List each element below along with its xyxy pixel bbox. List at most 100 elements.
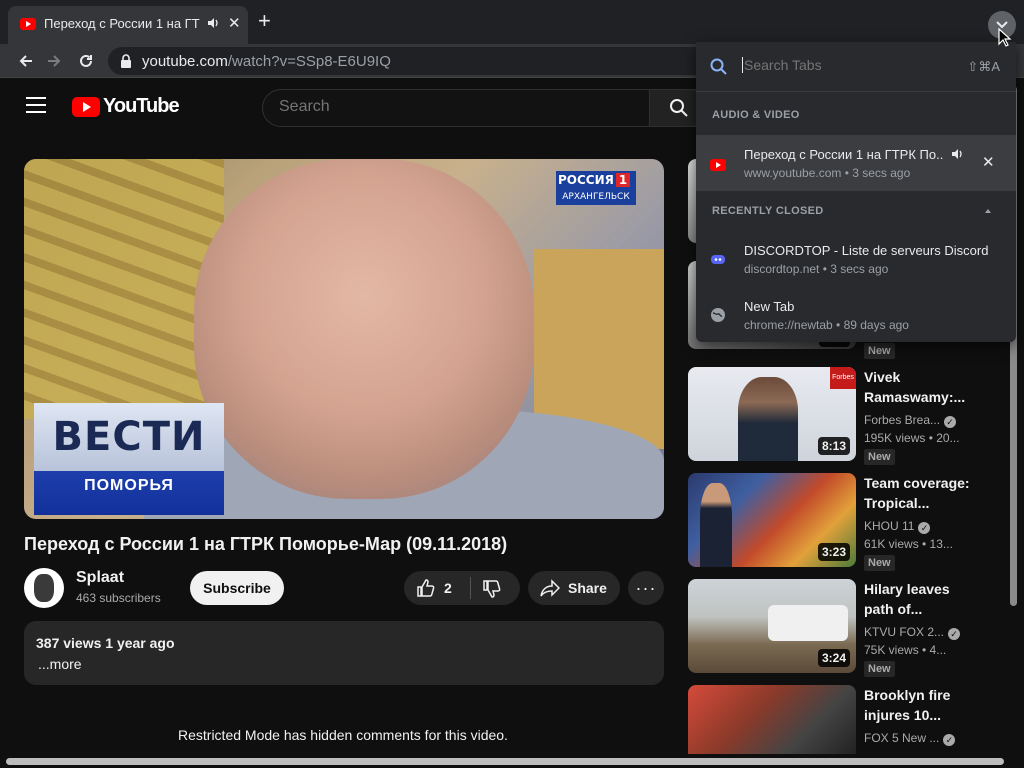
like-divider <box>470 577 471 599</box>
reload-icon <box>80 54 92 67</box>
recommendation-title[interactable]: Vivek Ramaswamy:... <box>864 367 974 407</box>
recommendation-channel: KTVU FOX 2... ✓ <box>864 625 961 640</box>
subscriber-count: 463 subscribers <box>76 591 161 605</box>
youtube-favicon-icon <box>20 18 36 30</box>
tab-search-item-discordtop[interactable]: DISCORDTOP - Liste de serveurs Discord d… <box>696 231 1016 287</box>
youtube-logo[interactable]: YouTube <box>72 95 180 118</box>
thumbnail-subject <box>738 377 798 461</box>
mouse-cursor-icon <box>998 28 1012 47</box>
globe-icon <box>711 308 725 322</box>
video-frame-subject-face <box>194 159 534 499</box>
share-button[interactable]: Share <box>528 571 620 605</box>
channel-avatar[interactable] <box>24 568 64 608</box>
thumbs-up-icon[interactable] <box>416 578 436 598</box>
discord-favicon-icon <box>711 255 725 264</box>
description-box[interactable]: 387 views 1 year ago ...more <box>24 621 664 685</box>
speaker-icon <box>952 149 962 159</box>
channel-name[interactable]: Splaat <box>76 569 124 587</box>
comments-restricted-notice: Restricted Mode has hidden comments for … <box>178 727 508 743</box>
recommendation-thumbnail[interactable] <box>688 685 856 754</box>
thumbs-down-icon[interactable] <box>482 579 502 599</box>
verified-icon: ✓ <box>944 416 957 428</box>
verified-icon: ✓ <box>943 734 956 746</box>
tab-item-subtitle: discordtop.net • 3 secs ago <box>744 262 889 276</box>
new-tab-button[interactable]: + <box>258 10 271 32</box>
video-title: Переход с России 1 на ГТРК Поморье-Мар (… <box>24 534 508 554</box>
video-player[interactable]: ВЕСТИ ПОМОРЬЯ РОССИЯ 1 АРХАНГЕЛЬСК <box>24 159 664 519</box>
tab-item-subtitle: chrome://newtab • 89 days ago <box>744 318 909 332</box>
youtube-play-icon <box>72 96 100 117</box>
back-button[interactable] <box>14 50 38 72</box>
tab-item-title: Переход с России 1 на ГТРК По... <box>744 147 944 162</box>
share-icon <box>540 579 560 597</box>
tab-item-title: DISCORDTOP - Liste de serveurs Discord <box>744 243 989 258</box>
recommendation-title[interactable]: Brooklyn fire injures 10... <box>864 685 974 725</box>
arrow-left-icon <box>19 55 32 67</box>
collapse-chevron-icon[interactable] <box>984 208 992 214</box>
new-badge: New <box>864 661 895 677</box>
new-badge: New <box>864 343 895 359</box>
verified-icon: ✓ <box>918 522 931 534</box>
view-date-meta: 387 views 1 year ago <box>36 635 175 651</box>
address-bar[interactable]: youtube.com/watch?v=SSp8-E6U9IQ <box>108 47 748 75</box>
close-tab-icon[interactable]: ✕ <box>982 153 995 171</box>
duration-label: 3:24 <box>817 649 850 667</box>
new-badge: New <box>864 449 895 465</box>
duration-label: 3:23 <box>817 543 850 561</box>
rossia-logo-top: РОССИЯ 1 <box>558 173 634 191</box>
logo-text: YouTube <box>103 95 180 117</box>
arrow-right-icon <box>48 55 61 67</box>
lock-icon[interactable] <box>120 54 132 68</box>
keyboard-shortcut: ⇧⌘A <box>967 59 1000 74</box>
speaker-icon[interactable] <box>206 16 220 30</box>
horizontal-scrollbar[interactable] <box>0 754 1024 768</box>
share-label: Share <box>568 580 607 596</box>
thumbnail-truck <box>768 605 848 641</box>
url-text: youtube.com/watch?v=SSp8-E6U9IQ <box>142 53 391 70</box>
recommendation-title[interactable]: Hilary leaves path of... <box>864 579 974 619</box>
video-frame-background <box>24 159 224 419</box>
menu-icon[interactable] <box>26 97 46 113</box>
reload-button[interactable] <box>74 50 98 72</box>
youtube-favicon-icon <box>710 159 726 171</box>
new-badge: New <box>864 555 895 571</box>
section-header-recently-closed: RECENTLY CLOSED <box>712 205 824 217</box>
scrollbar-thumb[interactable] <box>6 758 1004 765</box>
tab-search-input[interactable] <box>742 57 942 73</box>
tab-title: Переход с России 1 на ГТРК Поморье-Мар (… <box>44 16 200 31</box>
recommendation-channel: KHOU 11 ✓ <box>864 519 931 534</box>
rossia-1-logo: РОССИЯ 1 АРХАНГЕЛЬСК <box>556 171 636 205</box>
tab-search-row: ⇧⌘A <box>696 42 1016 92</box>
tab-close-icon[interactable]: ✕ <box>228 14 241 32</box>
browser-tab[interactable]: Переход с России 1 на ГТРК Поморье-Мар (… <box>8 6 248 44</box>
youtube-search-box <box>262 89 709 127</box>
more-actions-button[interactable]: ··· <box>628 571 664 605</box>
vesti-pomorya-logo: ВЕСТИ ПОМОРЬЯ <box>34 403 224 515</box>
recommendation-views: 75K views • 4... <box>864 643 947 657</box>
forward-button[interactable] <box>42 50 66 72</box>
tab-search-popup: ⇧⌘A AUDIO & VIDEO Переход с России 1 на … <box>696 42 1016 342</box>
recommendation-channel: Forbes Brea... ✓ <box>864 413 957 428</box>
section-header-audio-video: AUDIO & VIDEO <box>712 109 800 121</box>
tab-item-title: New Tab <box>744 299 795 314</box>
search-input[interactable] <box>279 98 639 116</box>
duration-label: 8:13 <box>817 437 850 455</box>
search-icon <box>710 58 727 75</box>
search-icon <box>670 99 688 117</box>
rossia-logo-region: АРХАНГЕЛЬСК <box>562 192 630 202</box>
recommendation-views: 61K views • 13... <box>864 537 953 551</box>
show-more-link[interactable]: ...more <box>38 656 82 672</box>
thumbnail-subject <box>700 483 732 567</box>
vesti-logo-top: ВЕСТИ <box>34 403 224 471</box>
recommendation-thumbnail[interactable]: 3:24 <box>688 579 856 673</box>
recommendation-title[interactable]: Team coverage: Tropical... <box>864 473 974 513</box>
like-dislike-group: 2 <box>404 571 520 605</box>
tab-item-subtitle: www.youtube.com • 3 secs ago <box>744 166 911 180</box>
subscribe-button[interactable]: Subscribe <box>190 571 284 605</box>
recommendation-thumbnail[interactable]: Forbes 8:13 <box>688 367 856 461</box>
tab-search-item-newtab[interactable]: New Tab chrome://newtab • 89 days ago <box>696 287 1016 343</box>
tab-search-item-youtube[interactable]: Переход с России 1 на ГТРК По... www.you… <box>696 135 1016 191</box>
tab-strip: Переход с России 1 на ГТРК Поморье-Мар (… <box>0 0 1024 44</box>
recommendation-views: 195K views • 20... <box>864 431 960 445</box>
recommendation-thumbnail[interactable]: 3:23 <box>688 473 856 567</box>
